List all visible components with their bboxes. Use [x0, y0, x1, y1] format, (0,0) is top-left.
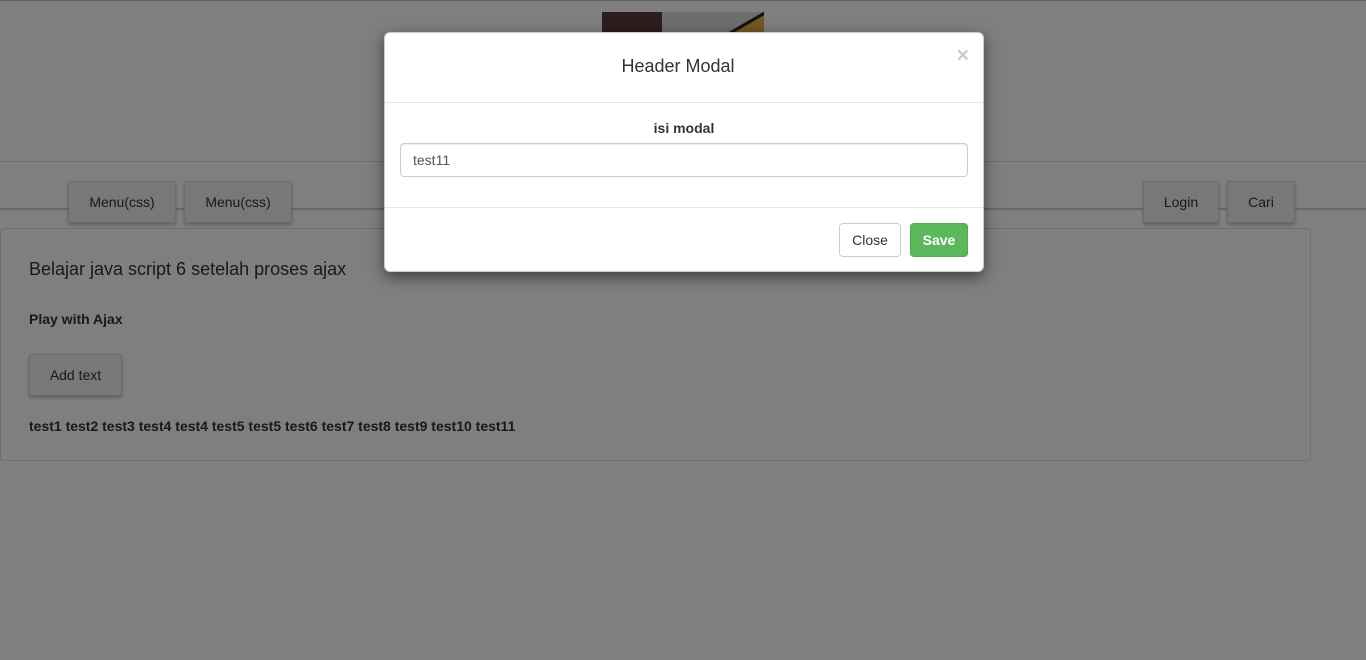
field-label: isi modal [653, 120, 715, 136]
close-icon[interactable]: × [957, 45, 969, 66]
modal-dialog: Header Modal × isi modal Close Save [384, 32, 984, 272]
modal-text-input[interactable] [400, 143, 968, 177]
close-button[interactable]: Close [839, 223, 901, 257]
save-button[interactable]: Save [910, 223, 968, 257]
modal-title: Header Modal [621, 56, 735, 76]
modal-body: isi modal [385, 103, 983, 207]
modal-footer: Close Save [385, 207, 983, 272]
modal-header: Header Modal × [385, 33, 983, 103]
